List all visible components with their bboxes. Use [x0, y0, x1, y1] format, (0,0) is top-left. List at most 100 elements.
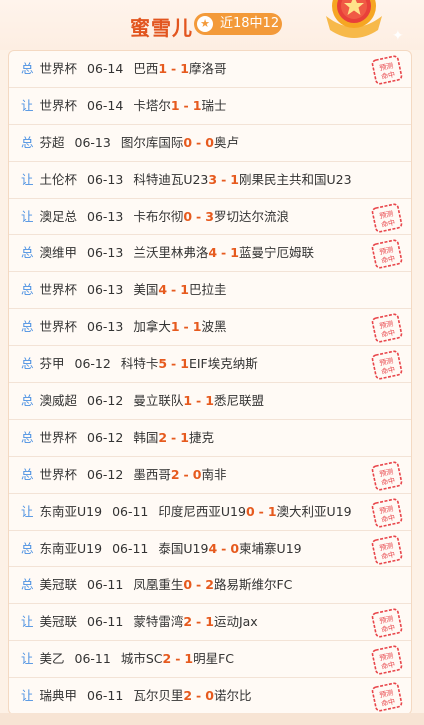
stamp-text-bottom: 命中 [380, 328, 396, 340]
away-team: 巴拉圭 [188, 282, 227, 298]
play-type: 总 [21, 356, 34, 372]
star-icon: ★ [197, 16, 213, 32]
league-name: 澳维甲 [39, 245, 78, 261]
away-score: 2 [205, 577, 214, 593]
prediction-text: 总澳维甲 06-13 兰沃里林弗洛4-1蓝曼宁厄姆联 [21, 235, 314, 271]
play-type: 让 [21, 651, 34, 667]
score-dash: - [196, 614, 202, 630]
play-type: 总 [21, 466, 34, 482]
stamp-text-top: 预测 [378, 540, 394, 552]
league-name: 美冠联 [39, 614, 78, 630]
prediction-hit-stamp-icon: 预测命中 [371, 682, 403, 712]
prediction-row[interactable]: 总东南亚U19 06-11 泰国U194-0柬埔寨U19 预测 命中 [9, 531, 411, 568]
away-team: 悉尼联盟 [213, 393, 264, 409]
prediction-row[interactable]: 让美冠联 06-11 蒙特雷湾2-1运动Jax 预测 命中 [9, 604, 411, 642]
home-score: 1 [183, 393, 193, 409]
prediction-row[interactable]: 总世界杯 06-13 美国4-1巴拉圭 [9, 272, 411, 310]
away-score: 0 [205, 688, 214, 704]
prediction-row[interactable]: 总芬甲 06-12 科特卡5-1EIF埃克纳斯 预测 命中 [9, 346, 411, 384]
match-date: 06-11 [112, 503, 149, 519]
score-dash: - [175, 651, 181, 667]
stamp-text-top: 预测 [378, 688, 394, 700]
away-score: 1 [180, 356, 189, 372]
home-team: 曼立联队 [133, 393, 184, 409]
away-score: 1 [230, 245, 239, 261]
home-team: 卡塔尔 [133, 97, 171, 113]
stamp-text-top: 预测 [378, 319, 394, 331]
medal-icon [326, 0, 382, 38]
prediction-hit-stamp-icon: 预测命中 [371, 498, 403, 528]
prediction-row[interactable]: 总世界杯 06-12 韩国2-1捷克 [9, 420, 411, 457]
home-team: 巴西 [133, 61, 159, 76]
match-date: 06-13 [74, 134, 111, 150]
home-score: 1 [170, 97, 180, 113]
away-score: 1 [180, 429, 189, 445]
prediction-hit-stamp-icon: 预测命中 [371, 239, 403, 269]
home-team: 兰沃里林弗洛 [133, 245, 209, 261]
score-dash: - [171, 429, 177, 445]
play-type: 总 [21, 540, 34, 556]
prediction-row[interactable]: 让土伦杯 06-13 科特迪瓦U233-1刚果民主共和国U23 [9, 162, 411, 199]
prediction-row[interactable]: 总美冠联 06-11 凤凰重生0-2路易斯维尔FC [9, 567, 411, 605]
play-type: 让 [21, 688, 34, 704]
prediction-row[interactable]: 总澳威超 06-12 曼立联队1-1悉尼联盟 [9, 383, 411, 420]
prediction-list: 总世界杯 06-14 巴西1-1摩洛哥 预测 命中让世界杯 06-14 卡塔尔1-1… [8, 50, 412, 715]
match-date: 06-13 [87, 171, 124, 187]
prediction-row[interactable]: 让世界杯 06-14 卡塔尔1-1瑞士 [9, 88, 411, 125]
league-name: 芬超 [39, 134, 65, 150]
match-date: 06-11 [74, 651, 111, 667]
play-type: 总 [21, 61, 34, 76]
home-score: 5 [158, 356, 168, 372]
league-name: 世界杯 [39, 466, 78, 482]
match-date: 06-13 [87, 282, 124, 298]
away-team: 捷克 [188, 429, 214, 445]
league-name: 世界杯 [39, 319, 78, 335]
home-team: 蒙特雷湾 [133, 614, 184, 630]
match-date: 06-11 [87, 614, 124, 630]
prediction-row[interactable]: 总澳维甲 06-13 兰沃里林弗洛4-1蓝曼宁厄姆联 预测 命中 [9, 235, 411, 273]
prediction-text: 总澳威超 06-12 曼立联队1-1悉尼联盟 [21, 383, 264, 419]
match-date: 06-14 [87, 61, 124, 76]
prediction-row[interactable]: 让澳足总 06-13 卡布尔彻0-3罗切达尔流浪 预测 命中 [9, 199, 411, 236]
match-date: 06-12 [87, 393, 124, 409]
home-score: 2 [183, 688, 193, 704]
stamp-text-bottom: 命中 [380, 660, 396, 672]
play-type: 总 [21, 429, 34, 445]
match-date: 06-11 [87, 577, 124, 593]
stamp-text-bottom: 命中 [380, 70, 396, 82]
prediction-row[interactable]: 让美乙 06-11 城市SC2-1明星FC 预测 命中 [9, 641, 411, 679]
home-team: 泰国U19 [158, 540, 209, 556]
home-score: 4 [158, 282, 168, 298]
stamp-text-bottom: 命中 [380, 549, 396, 561]
stamp-text-top: 预测 [378, 61, 394, 73]
score-dash: - [183, 466, 189, 482]
prediction-row[interactable]: 总芬超 06-13 图尔库国际0-0奥卢 [9, 125, 411, 162]
prediction-row[interactable]: 总世界杯 06-14 巴西1-1摩洛哥 预测 命中 [9, 51, 411, 88]
league-name: 世界杯 [39, 282, 78, 298]
score-dash: - [221, 540, 227, 556]
prediction-hit-stamp-icon: 预测命中 [371, 608, 403, 638]
away-team: 明星FC [193, 651, 235, 667]
away-team: 波黑 [201, 319, 227, 335]
prediction-row[interactable]: 总世界杯 06-12 墨西哥2-0南非 预测 命中 [9, 457, 411, 494]
home-score: 1 [158, 61, 168, 76]
home-score: 0 [183, 208, 193, 224]
home-score: 2 [158, 429, 168, 445]
prediction-row[interactable]: 让瑞典甲 06-11 瓦尔贝里2-0诺尔比 预测 命中 [9, 678, 411, 714]
away-team: 柬埔寨U19 [239, 540, 302, 556]
stamp-text-top: 预测 [378, 503, 394, 515]
match-date: 06-11 [112, 540, 149, 556]
home-team: 瓦尔贝里 [133, 688, 184, 704]
match-date: 06-12 [87, 466, 124, 482]
home-score: 2 [170, 466, 180, 482]
away-team: 运动Jax [213, 614, 258, 630]
expert-name: 蜜雪儿 [130, 16, 193, 40]
home-score: 2 [183, 614, 193, 630]
prediction-row[interactable]: 总世界杯 06-13 加拿大1-1波黑 预测 命中 [9, 309, 411, 347]
prediction-row[interactable]: 让东南亚U19 06-11 印度尼西亚U190-1澳大利亚U19 预测 命中 [9, 494, 411, 531]
play-type: 总 [21, 393, 34, 409]
home-score: 4 [208, 245, 218, 261]
stamp-text-top: 预测 [378, 245, 394, 257]
home-team: 墨西哥 [133, 466, 171, 482]
stamp-text-top: 预测 [378, 356, 394, 368]
